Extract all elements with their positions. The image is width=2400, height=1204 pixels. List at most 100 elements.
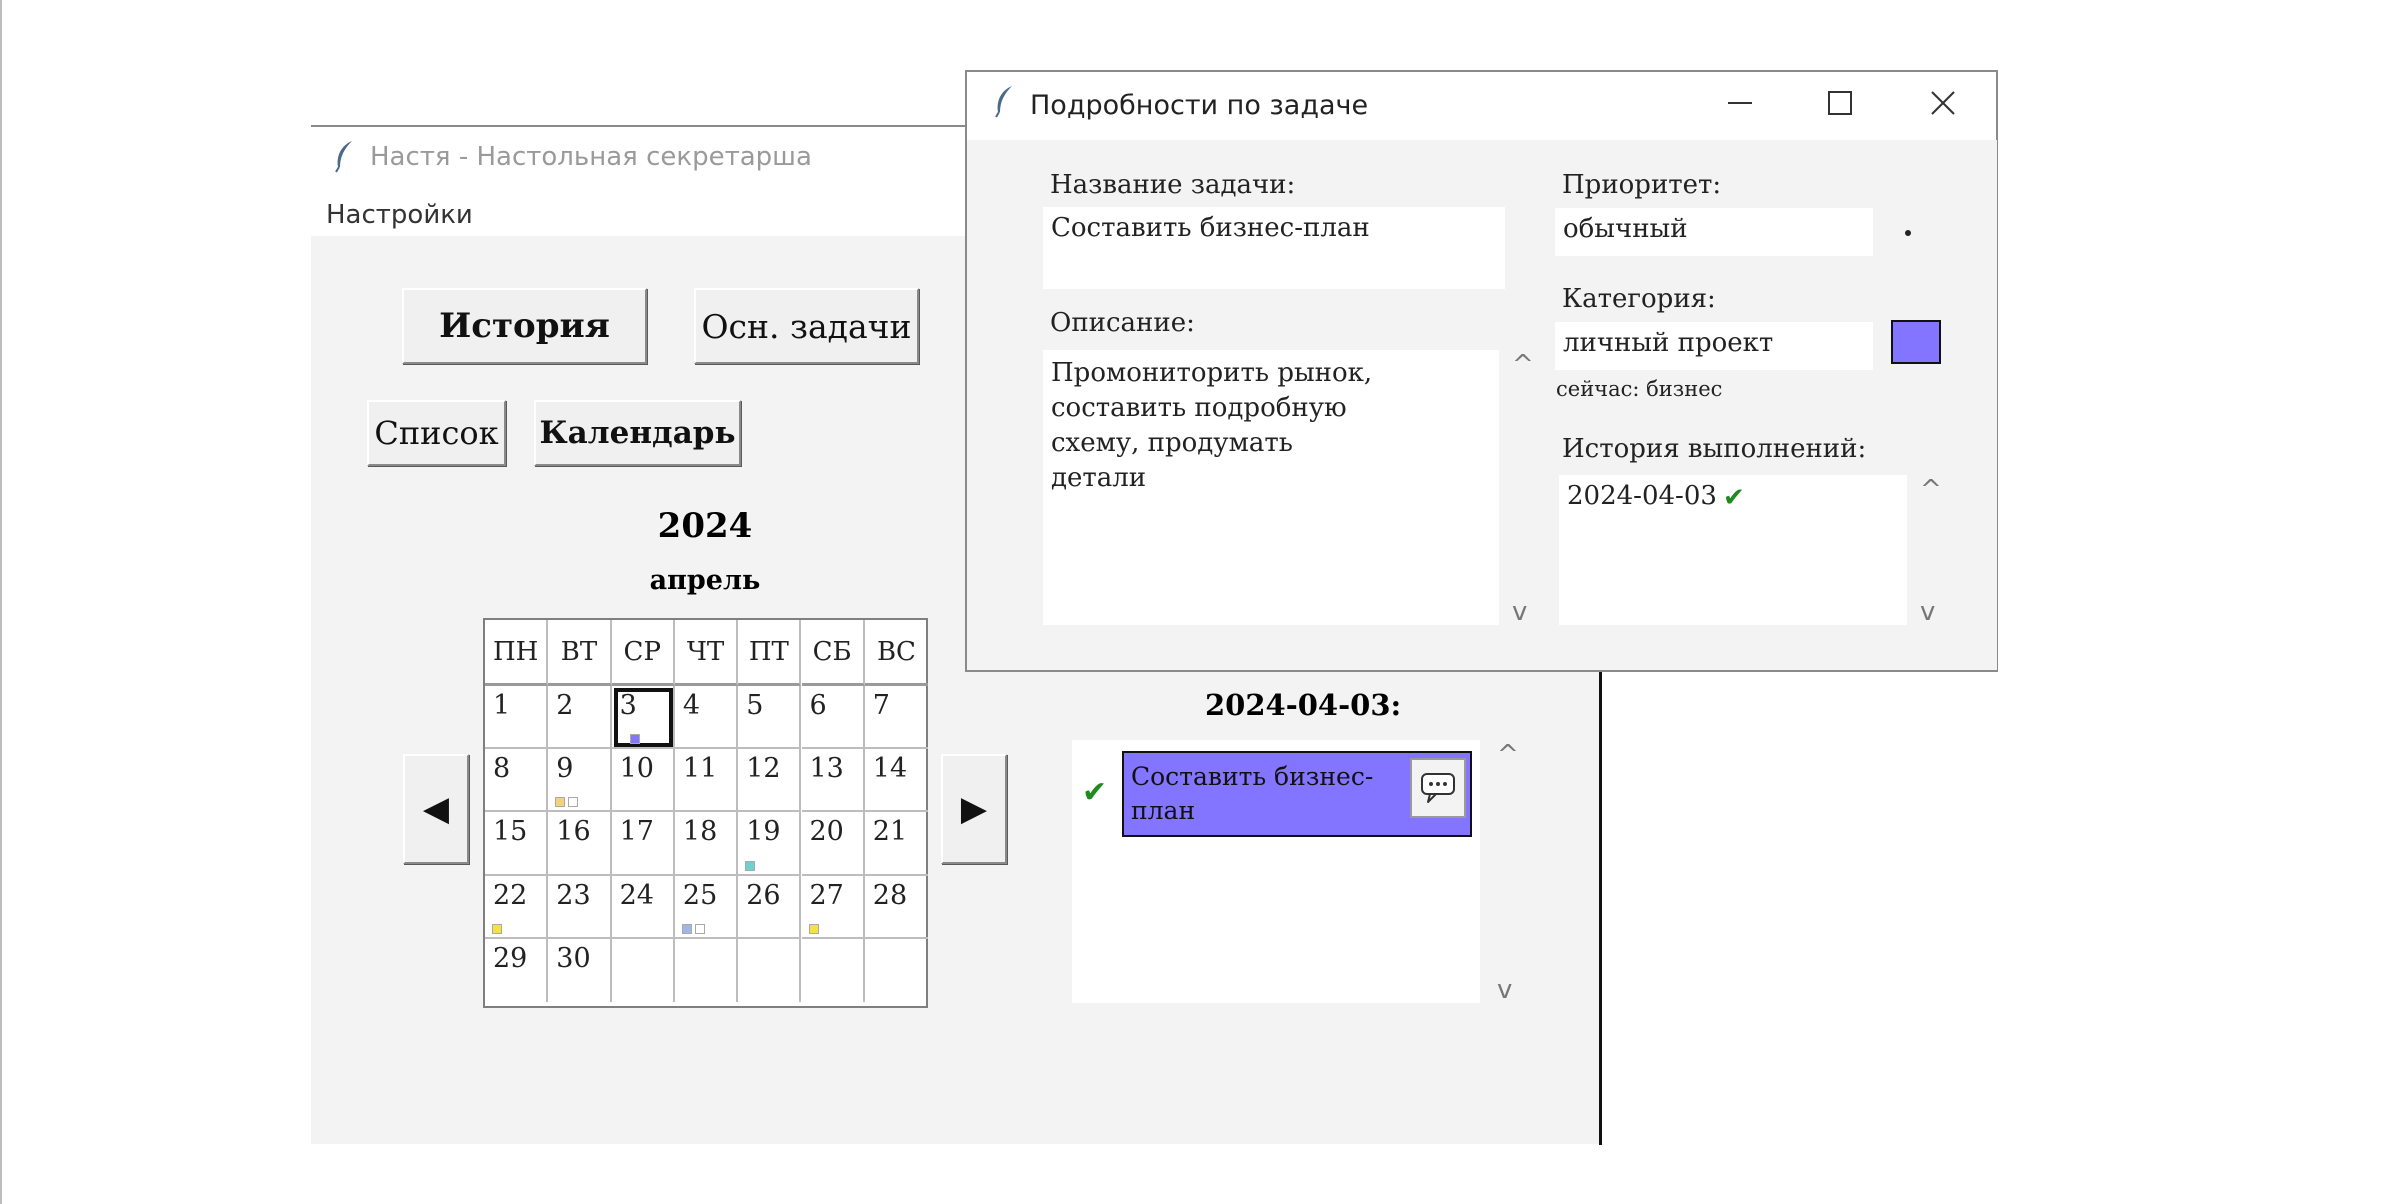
calendar-day-number: 25 <box>682 879 718 911</box>
weekday-header: СР <box>611 620 675 686</box>
feather-icon <box>995 86 1012 118</box>
calendar-day[interactable]: 15 <box>485 812 549 876</box>
category-color-swatch[interactable] <box>1891 320 1941 364</box>
menu-settings[interactable]: Настройки <box>326 200 473 230</box>
weekday-header: ПТ <box>738 620 802 686</box>
task-marker <box>745 860 756 871</box>
calendar-day[interactable]: 18 <box>674 812 739 876</box>
history-label: История выполнений: <box>1562 434 1867 464</box>
calendar-day[interactable]: 13 <box>801 749 865 813</box>
calendar-day[interactable]: 1 <box>485 686 549 750</box>
calendar-empty-cell <box>802 938 865 1002</box>
main-tasks-button[interactable]: Осн. задачи <box>694 288 919 364</box>
calendar-day[interactable]: 2 <box>548 686 612 750</box>
calendar-day[interactable]: 23 <box>548 875 612 939</box>
calendar-day[interactable]: 30 <box>548 938 612 1002</box>
prev-month-button[interactable]: ◀ <box>403 754 469 864</box>
description-field[interactable]: Промониторить рынок, составить подробную… <box>1043 350 1499 625</box>
calendar-day[interactable]: 27 <box>801 875 865 939</box>
comment-button[interactable] <box>1410 758 1466 818</box>
calendar-day-number: 26 <box>746 879 781 911</box>
calendar-day-number: 3 <box>619 690 637 721</box>
calendar-day[interactable]: 14 <box>864 749 929 813</box>
task-markers <box>745 860 756 871</box>
calendar-day-number: 18 <box>682 816 718 848</box>
calendar-empty-cell <box>675 938 739 1002</box>
window-title: Настя - Настольная секретарша <box>370 142 812 172</box>
close-icon[interactable] <box>1918 78 1968 128</box>
screen-edge <box>0 0 2 1204</box>
calendar-day[interactable]: 26 <box>738 875 802 939</box>
scroll-down-arrow[interactable]: v <box>1920 597 1935 627</box>
calendar-day-number: 4 <box>682 690 701 721</box>
calendar-day-number: 16 <box>556 816 591 848</box>
calendar-day-number: 29 <box>493 942 528 974</box>
calendar-day-number: 17 <box>619 816 654 848</box>
task-markers <box>492 923 502 934</box>
calendar-empty-cell <box>865 939 928 1002</box>
calendar-day[interactable]: 10 <box>611 749 675 813</box>
calendar-day-number: 14 <box>872 753 908 785</box>
scroll-up-arrow[interactable]: ^ <box>1920 475 1942 505</box>
next-month-button[interactable]: ▶ <box>941 754 1007 864</box>
category-label: Категория: <box>1562 284 1716 314</box>
calendar-day-number: 27 <box>809 879 844 911</box>
scroll-up-arrow[interactable]: ^ <box>1512 350 1534 380</box>
list-view-button[interactable]: Список <box>367 400 506 466</box>
scroll-up-arrow[interactable]: ^ <box>1497 740 1519 770</box>
task-markers <box>681 923 705 934</box>
history-button[interactable]: История <box>402 288 647 364</box>
scroll-down-arrow[interactable]: v <box>1512 597 1527 627</box>
weekday-header: ЧТ <box>674 620 739 686</box>
priority-field[interactable]: обычный <box>1555 208 1873 256</box>
calendar-day-number: 24 <box>619 879 654 911</box>
calendar-view-button[interactable]: Календарь <box>534 400 741 466</box>
calendar-day[interactable]: 11 <box>674 749 739 813</box>
calendar-day-number: 15 <box>493 816 528 848</box>
calendar-day[interactable]: 19 <box>738 812 802 876</box>
maximize-icon[interactable] <box>1815 78 1865 128</box>
calendar-day[interactable]: 6 <box>801 686 865 750</box>
check-icon: ✔ <box>1723 483 1745 513</box>
calendar-year: 2024 <box>657 506 753 546</box>
task-marker <box>568 797 579 808</box>
calendar-day[interactable]: 4 <box>674 686 739 750</box>
calendar-day[interactable]: 20 <box>801 812 865 876</box>
priority-label: Приоритет: <box>1562 170 1722 200</box>
calendar-day[interactable]: 7 <box>864 686 929 750</box>
calendar-day-number: 28 <box>872 879 908 911</box>
calendar-day[interactable]: 5 <box>738 686 802 750</box>
description-label: Описание: <box>1050 308 1195 338</box>
calendar-day-number: 21 <box>872 816 908 848</box>
calendar-day[interactable]: 9 <box>548 749 612 813</box>
task-name-label: Название задачи: <box>1050 170 1296 200</box>
calendar-day[interactable]: 16 <box>548 812 612 876</box>
calendar-grid: ПН ВТ СР ЧТ ПТ СБ ВС 1 2 3 4 5 6 7 8 9 10 11 12 13 14 15 16 17 1… <box>483 618 929 1008</box>
calendar-day[interactable]: 12 <box>738 749 802 813</box>
history-entry: 2024-04-03 <box>1567 481 1717 511</box>
calendar-day[interactable]: 25 <box>674 875 739 939</box>
calendar-day[interactable]: 8 <box>485 749 549 813</box>
calendar-day[interactable]: 28 <box>864 876 929 939</box>
task-markers <box>555 797 579 808</box>
calendar-day[interactable]: 29 <box>485 938 549 1002</box>
calendar-empty-cell <box>612 938 675 1002</box>
calendar-day-number: 12 <box>746 753 781 785</box>
calendar-day[interactable]: 21 <box>864 812 929 876</box>
calendar-day[interactable]: 22 <box>485 875 549 939</box>
calendar-day-number: 23 <box>556 879 591 911</box>
category-field[interactable]: личный проект <box>1555 322 1873 370</box>
calendar-empty-cell <box>738 938 802 1002</box>
minimize-icon[interactable] <box>1715 78 1765 128</box>
calendar-day[interactable]: 3 <box>611 686 675 750</box>
calendar-day[interactable]: 17 <box>611 812 675 876</box>
selected-date-label: 2024-04-03: <box>1205 688 1402 722</box>
scroll-down-arrow[interactable]: v <box>1497 975 1512 1005</box>
task-marker <box>808 923 819 934</box>
feather-icon <box>335 141 352 173</box>
task-marker <box>629 734 640 745</box>
task-marker <box>492 923 502 934</box>
calendar-day-number: 10 <box>619 753 654 785</box>
task-name-field[interactable]: Составить бизнес-план <box>1043 207 1505 289</box>
calendar-day[interactable]: 24 <box>611 875 675 939</box>
